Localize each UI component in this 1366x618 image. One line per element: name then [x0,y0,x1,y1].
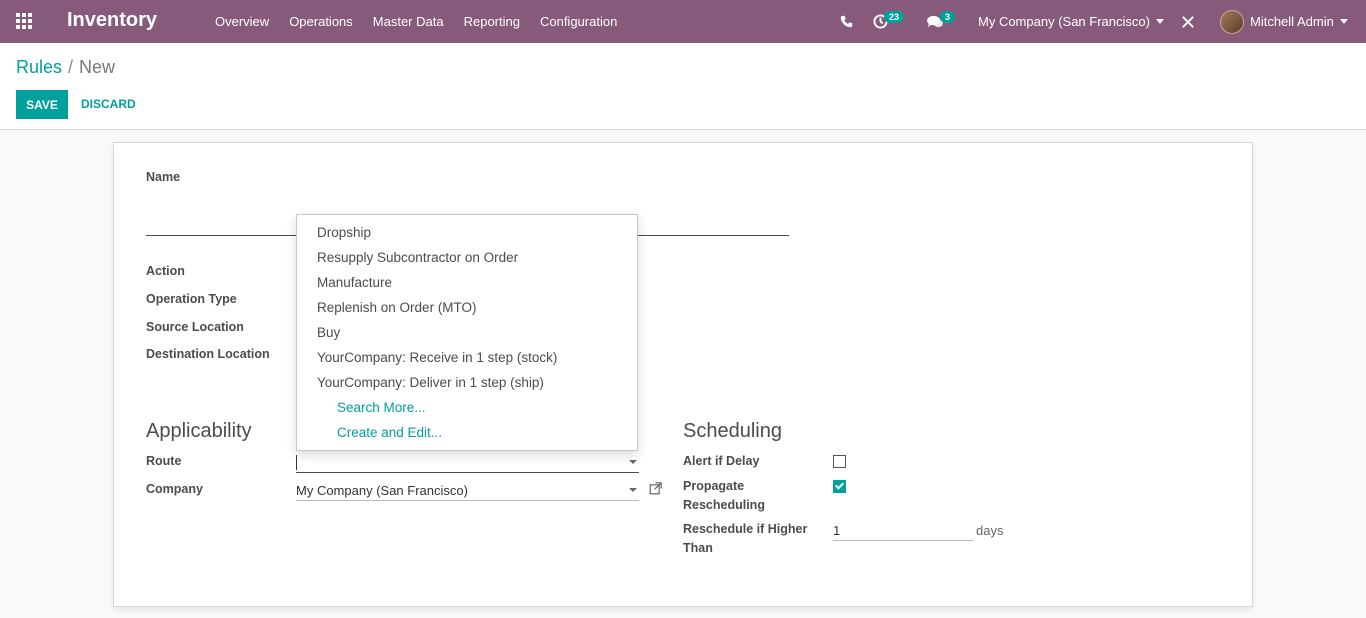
external-link-icon[interactable] [649,482,662,498]
alert-if-delay-label: Alert if Delay [683,454,760,468]
reschedule-unit: days [976,523,1004,538]
propagate-label-line2: Rescheduling [683,498,765,512]
alert-if-delay-checkbox[interactable] [833,455,846,468]
dropdown-item-deliver-1-step[interactable]: YourCompany: Deliver in 1 step (ship) [317,375,544,390]
chevron-down-icon[interactable] [629,460,637,464]
chevron-down-icon [1339,19,1348,24]
top-navbar: Inventory Overview Operations Master Dat… [0,0,1366,43]
chevron-down-icon[interactable] [629,488,637,492]
activity-count-badge: 23 [884,10,905,23]
route-autocomplete-dropdown: Dropship Resupply Subcontractor on Order… [296,214,638,451]
avatar [1220,9,1244,34]
discard-button[interactable]: DISCARD [81,97,136,111]
scheduling-title: Scheduling [683,420,782,442]
reschedule-days-value: 1 [833,523,841,538]
text-cursor [296,455,297,470]
dropdown-item-manufacture[interactable]: Manufacture [317,275,392,290]
company-value: My Company (San Francisco) [296,483,468,498]
breadcrumb-rules[interactable]: Rules [16,57,62,77]
chevron-down-icon [1155,19,1164,24]
dropdown-item-replenish-mto[interactable]: Replenish on Order (MTO) [317,300,477,315]
app-brand[interactable]: Inventory [67,9,157,32]
activity-menu[interactable]: 23 [873,0,905,43]
tools-icon[interactable] [1181,0,1195,43]
destination-location-label: Destination Location [146,347,270,361]
menu-operations[interactable]: Operations [289,14,353,29]
company-label: Company [146,482,203,496]
reschedule-label-line2: Than [683,541,713,555]
dropdown-create-and-edit[interactable]: Create and Edit... [337,425,442,440]
dropdown-item-buy[interactable]: Buy [317,325,340,340]
save-button[interactable]: SAVE [16,90,68,119]
main-menu: Overview Operations Master Data Reportin… [215,0,637,43]
source-location-label: Source Location [146,320,244,334]
propagate-label-line1: Propagate [683,479,745,493]
dropdown-item-receive-1-step[interactable]: YourCompany: Receive in 1 step (stock) [317,350,557,365]
propagate-checkbox[interactable] [833,480,846,493]
control-panel: Rules / New SAVE DISCARD [0,43,1366,130]
phone-icon[interactable] [840,0,854,43]
operation-type-label: Operation Type [146,292,237,306]
applicability-title: Applicability [146,420,252,442]
user-name: Mitchell Admin [1250,14,1334,29]
message-count-badge: 3 [940,10,956,23]
breadcrumb-current: New [79,57,116,77]
messaging-menu[interactable]: 3 [927,0,956,43]
user-menu[interactable]: Mitchell Admin [1220,0,1348,43]
action-label: Action [146,264,185,278]
reschedule-label-line1: Reschedule if Higher [683,522,808,536]
company-switcher[interactable]: My Company (San Francisco) [978,0,1164,43]
route-input[interactable] [296,453,639,473]
dropdown-search-more[interactable]: Search More... [337,400,426,415]
route-label: Route [146,454,182,468]
menu-overview[interactable]: Overview [215,14,269,29]
name-label: Name [146,170,181,184]
dropdown-item-dropship[interactable]: Dropship [317,225,371,240]
dropdown-item-resupply-subcontractor[interactable]: Resupply Subcontractor on Order [317,250,518,265]
apps-grid-icon[interactable] [16,13,34,29]
menu-master-data[interactable]: Master Data [373,14,444,29]
breadcrumb-separator: / [68,57,74,77]
menu-configuration[interactable]: Configuration [540,14,617,29]
company-switcher-label: My Company (San Francisco) [978,14,1150,29]
breadcrumb: Rules / New [16,57,115,78]
form-sheet: Name Action Operation Type Source Locati… [113,142,1253,607]
menu-reporting[interactable]: Reporting [464,14,520,29]
company-input[interactable]: My Company (San Francisco) [296,481,639,501]
reschedule-days-input[interactable]: 1 [833,521,973,541]
